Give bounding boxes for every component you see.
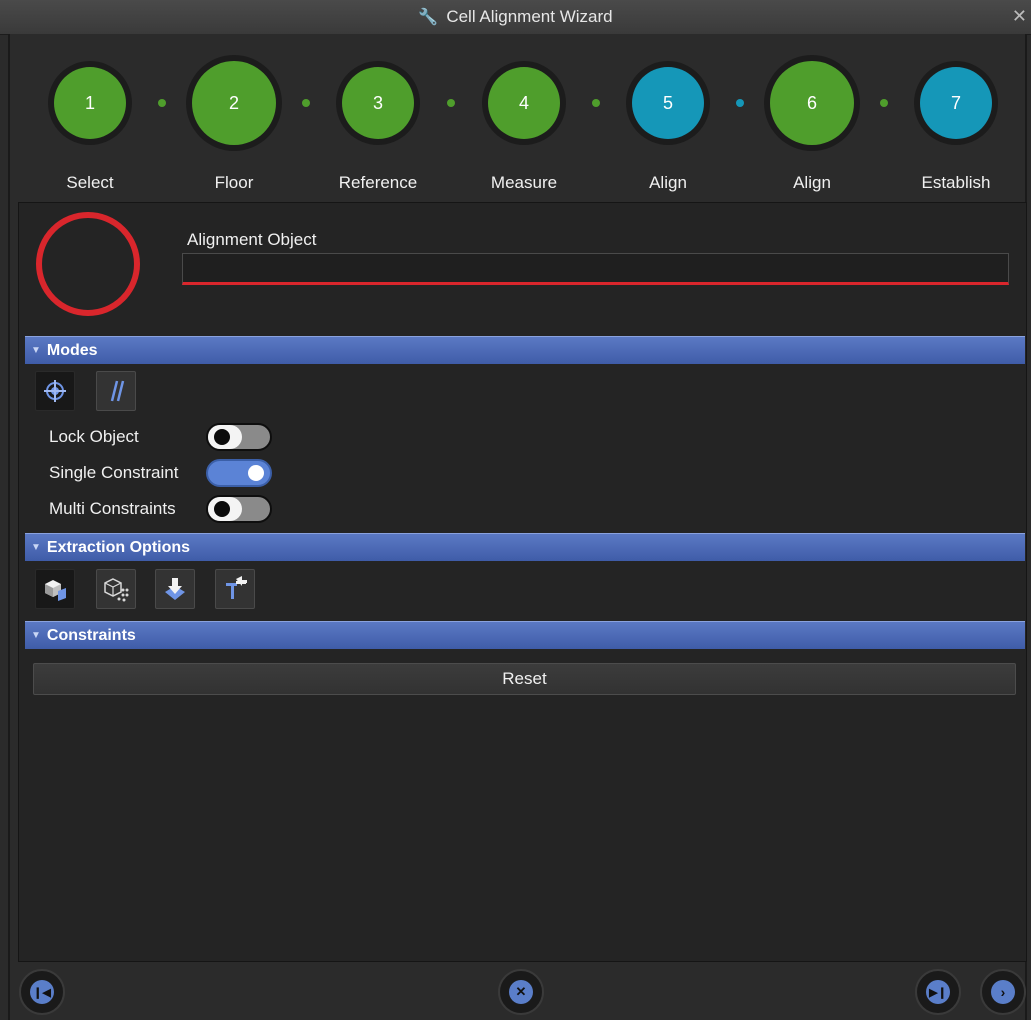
parallel-mode-button[interactable] bbox=[96, 371, 136, 411]
chevron-right-icon: › bbox=[1000, 984, 1006, 1000]
step-number: 2 bbox=[228, 92, 239, 113]
lock-object-toggle[interactable] bbox=[206, 423, 272, 451]
step-number: 5 bbox=[662, 92, 673, 113]
target-mode-button[interactable] bbox=[35, 371, 75, 411]
extract-plane-button[interactable] bbox=[155, 569, 195, 609]
step-5-circle[interactable]: 5 bbox=[632, 67, 704, 139]
single-constraint-label: Single Constraint bbox=[49, 463, 179, 482]
step-1-circle[interactable]: 1 bbox=[54, 67, 126, 139]
step-4-label: Measure bbox=[490, 173, 558, 192]
multi-constraints-toggle[interactable] bbox=[206, 495, 272, 523]
extraction-options-section-header[interactable]: ▼ Extraction Options bbox=[25, 533, 1025, 561]
title-bar: 🔧 Cell Alignment Wizard ✕ bbox=[0, 0, 1031, 35]
step-number: 7 bbox=[950, 92, 961, 113]
next-step-button[interactable]: › bbox=[980, 969, 1026, 1015]
step-number: 1 bbox=[84, 92, 95, 113]
step-3-circle[interactable]: 3 bbox=[342, 67, 414, 139]
crosshair-icon bbox=[44, 380, 66, 402]
corner-arrow-icon bbox=[226, 576, 247, 599]
step-number: 3 bbox=[372, 92, 383, 113]
lock-object-label: Lock Object bbox=[49, 427, 139, 446]
reset-button[interactable]: Reset bbox=[33, 663, 1016, 695]
cancel-x-icon: ✕ bbox=[515, 984, 527, 999]
cube-points-icon bbox=[104, 578, 129, 602]
step-connector-dot bbox=[302, 99, 310, 107]
extract-solid-button[interactable] bbox=[35, 569, 75, 609]
alignment-object-label: Alignment Object bbox=[187, 230, 317, 249]
skip-back-icon: ❙◀ bbox=[33, 986, 51, 999]
step-number: 6 bbox=[806, 92, 817, 113]
step-number: 4 bbox=[518, 92, 529, 113]
step-6-circle[interactable]: 6 bbox=[770, 61, 854, 145]
collapse-triangle-icon: ▼ bbox=[31, 630, 41, 641]
wrench-icon: 🔧 bbox=[418, 9, 439, 26]
step-connector-dot bbox=[880, 99, 888, 107]
cancel-button[interactable]: ✕ bbox=[498, 969, 544, 1015]
step-7-circle[interactable]: 7 bbox=[920, 67, 992, 139]
plane-arrow-icon bbox=[165, 578, 185, 600]
constraints-section-header[interactable]: ▼ Constraints bbox=[25, 621, 1025, 649]
cube-icon bbox=[45, 580, 66, 601]
step-connector-dot bbox=[736, 99, 744, 107]
skip-forward-icon: ▶❙ bbox=[929, 986, 947, 999]
collapse-triangle-icon: ▼ bbox=[31, 542, 41, 553]
multi-constraints-label: Multi Constraints bbox=[49, 499, 176, 518]
step-2-circle[interactable]: 2 bbox=[192, 61, 276, 145]
single-constraint-toggle[interactable] bbox=[206, 459, 272, 487]
step-6-label: Align bbox=[793, 173, 831, 192]
step-connector-dot bbox=[592, 99, 600, 107]
step-7-label: Establish bbox=[921, 173, 991, 192]
step-2-label: Floor bbox=[214, 173, 254, 192]
collapse-triangle-icon: ▼ bbox=[31, 345, 41, 356]
step-4-circle[interactable]: 4 bbox=[488, 67, 560, 139]
step-1-label: Select bbox=[66, 173, 114, 192]
close-icon[interactable]: ✕ bbox=[1012, 6, 1027, 27]
step-3-label: Reference bbox=[338, 173, 418, 192]
last-step-button[interactable]: ▶❙ bbox=[915, 969, 961, 1015]
step-connector-dot bbox=[447, 99, 455, 107]
alignment-object-field[interactable] bbox=[182, 253, 1009, 285]
extract-points-button[interactable] bbox=[96, 569, 136, 609]
modes-section-header[interactable]: ▼ Modes bbox=[25, 336, 1025, 364]
window-title: Cell Alignment Wizard bbox=[446, 7, 613, 26]
first-step-button[interactable]: ❙◀ bbox=[19, 969, 65, 1015]
extract-edge-button[interactable] bbox=[215, 569, 255, 609]
step-connector-dot bbox=[158, 99, 166, 107]
step-5-label: Align bbox=[649, 173, 687, 192]
parallel-icon bbox=[110, 380, 125, 402]
alignment-status-circle bbox=[36, 212, 140, 316]
